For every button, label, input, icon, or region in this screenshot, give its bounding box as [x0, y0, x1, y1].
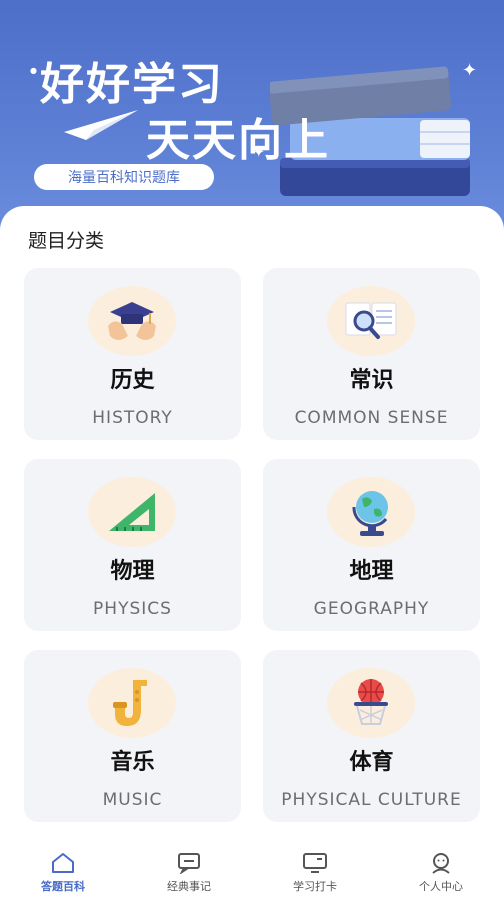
tab-classic-events[interactable]: 经典事记 — [126, 838, 252, 898]
tab-label: 学习打卡 — [293, 880, 337, 893]
person-icon — [432, 853, 450, 874]
graduation-cap-hands-icon — [88, 286, 176, 356]
category-card-history[interactable]: 历史 HISTORY — [24, 268, 241, 440]
category-card-physics[interactable]: 物理 PHYSICS — [24, 459, 241, 631]
globe-icon — [327, 477, 415, 547]
category-card-physical-culture[interactable]: 体育 PHYSICAL CULTURE — [263, 650, 480, 822]
category-en-name: PHYSICAL CULTURE — [281, 790, 462, 810]
category-en-name: HISTORY — [92, 408, 173, 428]
tab-personal-center[interactable]: 个人中心 — [378, 838, 504, 898]
category-name: 音乐 — [110, 750, 155, 775]
tab-answer-encyclopedia[interactable]: 答题百科 — [0, 838, 126, 898]
category-en-name: MUSIC — [102, 790, 163, 810]
paper-plane-icon — [64, 110, 138, 140]
category-name: 地理 — [349, 559, 394, 584]
category-section: 题目分类 历史 HISTORY 常识 COMMON SENSE 物理 PHYSI… — [0, 206, 504, 838]
category-name: 物理 — [110, 559, 155, 584]
tab-label: 个人中心 — [419, 880, 463, 893]
category-card-geography[interactable]: 地理 GEOGRAPHY — [263, 459, 480, 631]
category-name: 体育 — [349, 750, 394, 775]
set-square-icon — [88, 477, 176, 547]
section-title: 题目分类 — [28, 230, 105, 252]
banner-title-line1: 好好学习 — [40, 59, 224, 110]
category-en-name: COMMON SENSE — [294, 408, 449, 428]
saxophone-icon — [88, 668, 176, 738]
category-card-music[interactable]: 音乐 MUSIC — [24, 650, 241, 822]
banner-badge: 海量百科知识题库 — [34, 164, 214, 190]
category-name: 常识 — [349, 368, 394, 393]
tab-study-checkin[interactable]: 学习打卡 — [252, 838, 378, 898]
sparkle-icon: ● — [30, 66, 37, 75]
chat-card-icon — [178, 853, 200, 874]
bottom-tab-bar: 答题百科 经典事记 学习打卡 个人中心 — [0, 838, 504, 898]
home-icon — [52, 853, 74, 873]
header-banner: ✦ ✦ ● 好好学习 天天向上 海量百科知识题库 — [0, 0, 504, 230]
category-en-name: GEOGRAPHY — [313, 599, 430, 619]
monitor-icon — [303, 853, 327, 873]
tab-label: 经典事记 — [167, 880, 211, 893]
category-card-common-sense[interactable]: 常识 COMMON SENSE — [263, 268, 480, 440]
book-magnifier-icon — [327, 286, 415, 356]
category-name: 历史 — [110, 368, 155, 393]
category-en-name: PHYSICS — [93, 599, 172, 619]
tab-label: 答题百科 — [41, 880, 85, 893]
banner-title-line2: 天天向上 — [146, 115, 330, 166]
basketball-hoop-icon — [327, 668, 415, 738]
